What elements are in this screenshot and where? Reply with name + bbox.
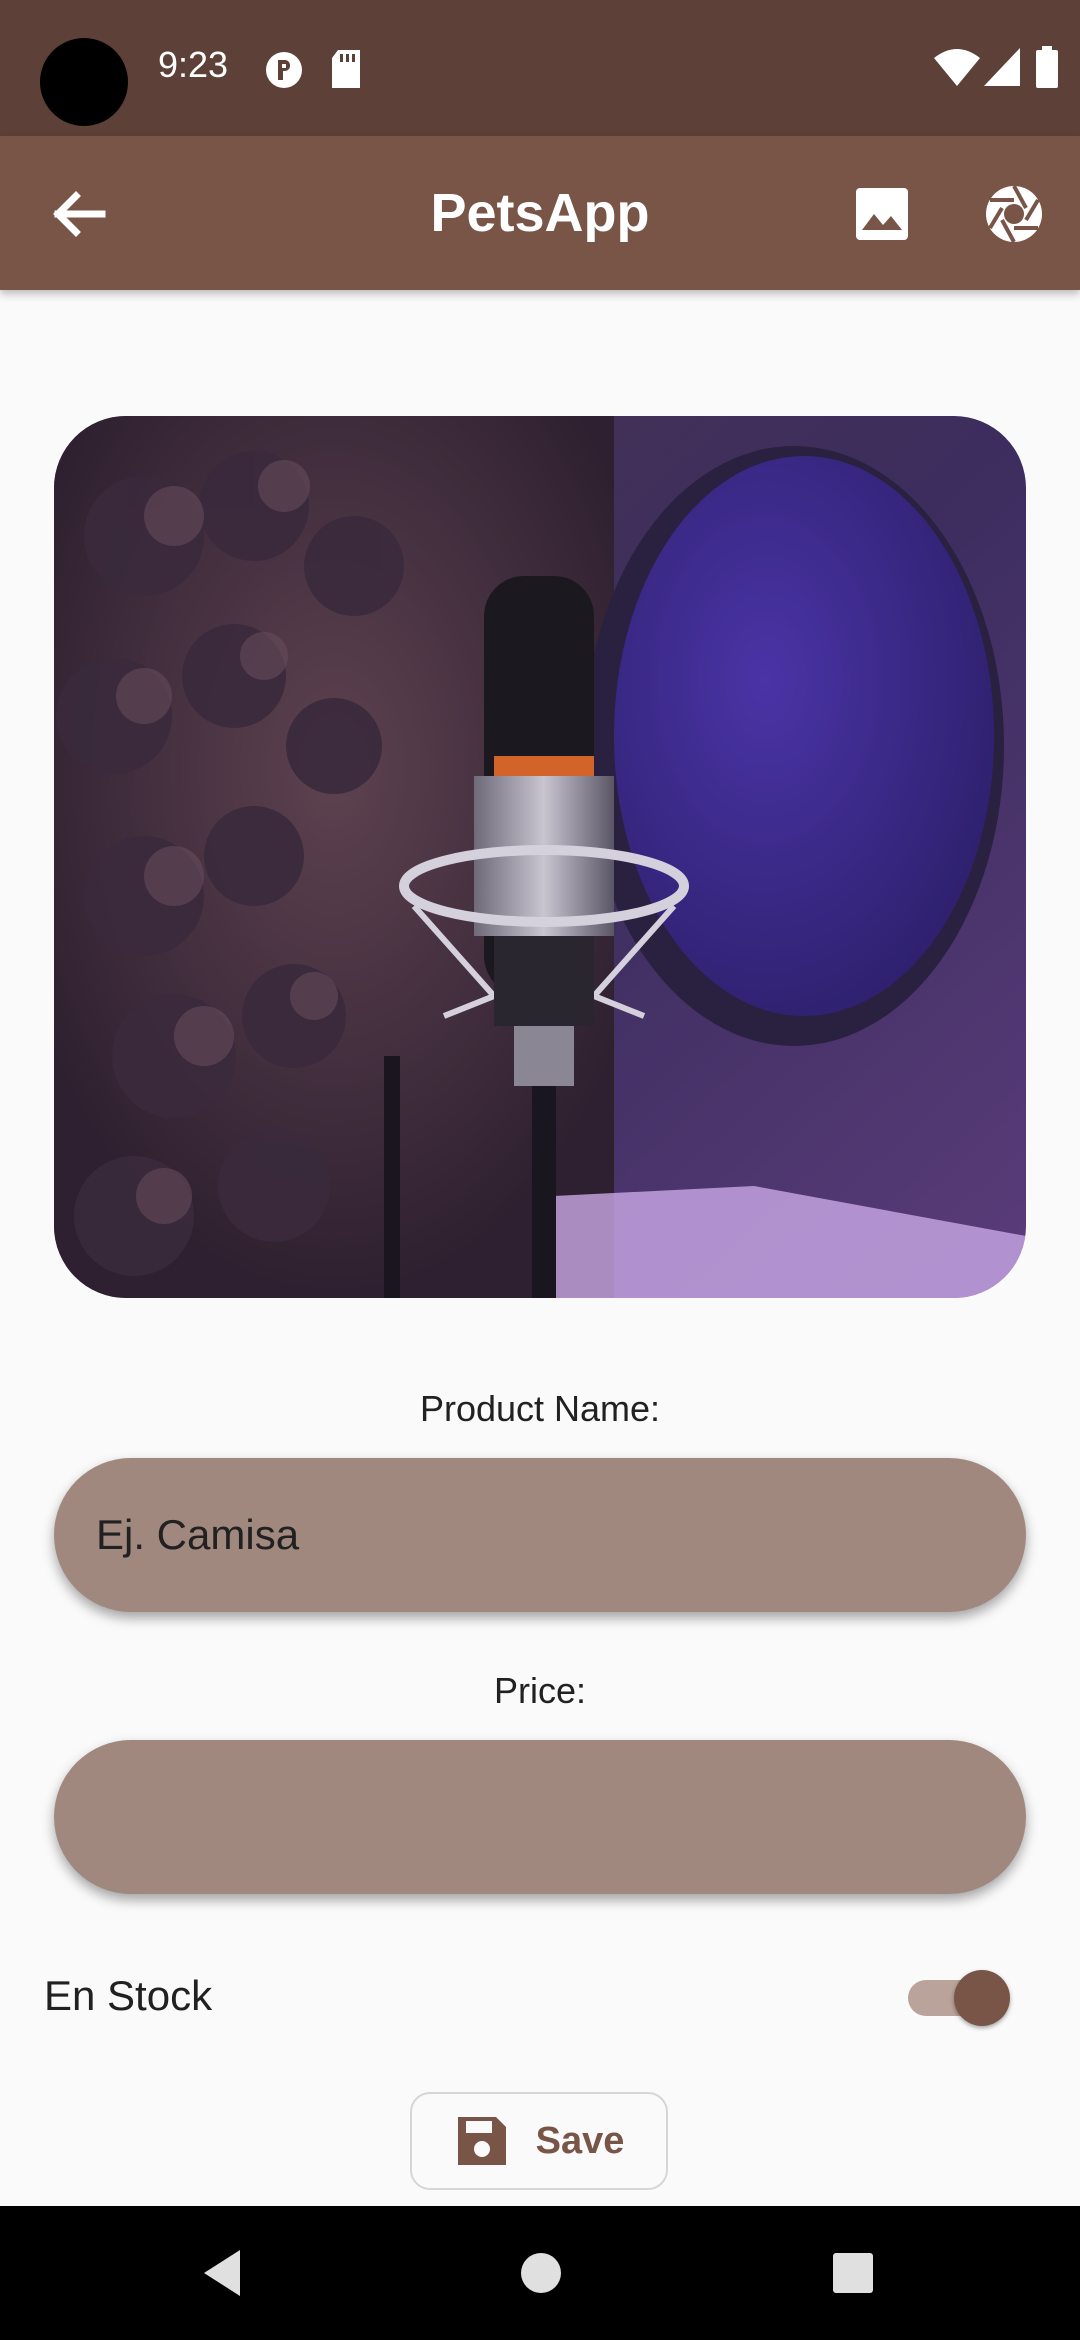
save-button[interactable]: Save [410,2092,668,2190]
notification-p-icon [266,52,302,88]
stock-label: En Stock [44,1972,213,2019]
product-name-placeholder: Ej. Camisa [96,1511,300,1558]
price-input[interactable] [54,1740,1026,1894]
product-photo-image [54,416,1026,1298]
wifi-icon [934,49,980,86]
stock-switch[interactable] [908,1970,1012,2026]
nav-back-icon[interactable] [196,2246,250,2300]
camera-hole [40,38,128,126]
navigation-bar [0,2206,1080,2340]
status-time: 9:23 [158,44,229,85]
sd-card-icon [332,50,360,88]
nav-recents-icon[interactable] [826,2246,880,2300]
image-icon [856,188,908,240]
gallery-button[interactable] [842,174,922,254]
nav-home-icon[interactable] [514,2246,568,2300]
save-icon [457,2117,506,2165]
product-name-label: Product Name: [419,1388,661,1429]
price-label: Price: [493,1670,587,1711]
product-name-input[interactable]: Ej. Camisa [54,1458,1026,1612]
camera-shutter-icon [986,185,1042,243]
signal-icon [984,48,1020,86]
status-bar: 9:23 [0,0,1080,136]
product-photo[interactable] [54,416,1026,1298]
switch-thumb [954,1970,1010,2026]
save-label: Save [535,2119,625,2162]
camera-button[interactable] [974,174,1054,254]
app-bar: PetsApp [0,136,1080,290]
battery-icon [1036,46,1058,88]
